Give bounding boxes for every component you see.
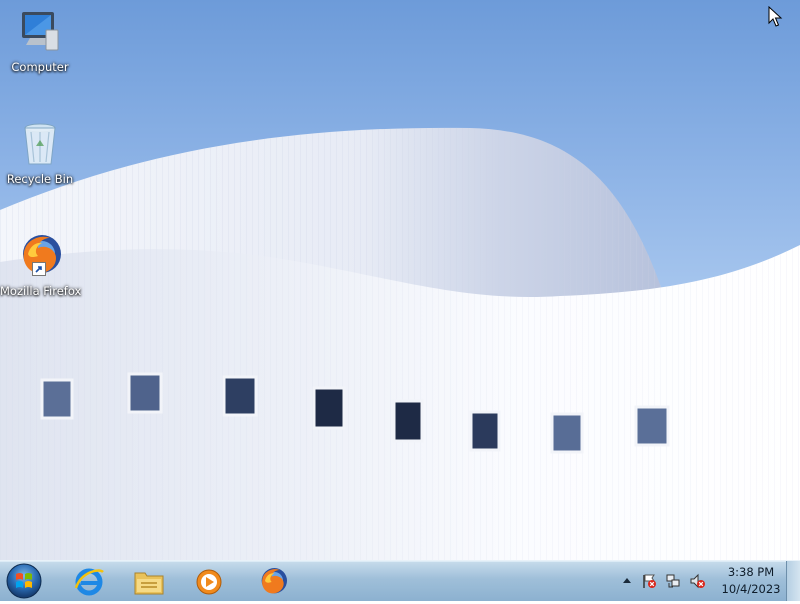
wallpaper [0, 127, 800, 560]
desktop-icon-computer[interactable]: Computer [0, 8, 80, 74]
internet-explorer-icon [74, 568, 104, 596]
clock[interactable]: 3:38 PM 10/4/2023 [716, 564, 786, 598]
desktop-icon-label: Recycle Bin [6, 172, 74, 186]
folder-icon [134, 572, 164, 595]
taskbar-internet-explorer-button[interactable] [62, 563, 116, 599]
show-hidden-icons-arrow[interactable] [619, 573, 635, 589]
mouse-cursor-icon [768, 6, 783, 27]
windows-start-icon [6, 563, 42, 599]
network-icon[interactable] [665, 573, 681, 589]
show-desktop-button[interactable] [786, 561, 800, 601]
recycle-bin-icon [16, 120, 64, 168]
taskbar-media-player-button[interactable] [182, 563, 236, 599]
desktop-icon-label: Mozilla Firefox [0, 284, 82, 298]
taskbar-windows-explorer-button[interactable] [122, 563, 176, 599]
desktop-icon-label: Computer [11, 60, 69, 74]
shortcut-arrow-icon [32, 262, 46, 276]
clock-time: 3:38 PM [727, 565, 775, 579]
volume-muted-icon[interactable] [689, 573, 705, 589]
clock-date: 10/4/2023 [721, 582, 781, 596]
computer-icon [16, 8, 64, 56]
notification-area [617, 561, 717, 601]
desktop-icon-recycle-bin[interactable]: Recycle Bin [0, 120, 80, 186]
desktop[interactable]: Computer Recycle Bin Mozilla Firefox [0, 0, 800, 560]
media-player-icon [196, 569, 222, 595]
taskbar-firefox-button[interactable] [246, 563, 300, 599]
firefox-icon [16, 232, 64, 280]
action-center-flag-icon[interactable] [641, 573, 657, 589]
desktop-icon-firefox[interactable]: Mozilla Firefox [0, 232, 82, 298]
start-button[interactable] [4, 562, 44, 600]
taskbar: 3:38 PM 10/4/2023 [0, 560, 800, 601]
firefox-icon [261, 568, 287, 594]
